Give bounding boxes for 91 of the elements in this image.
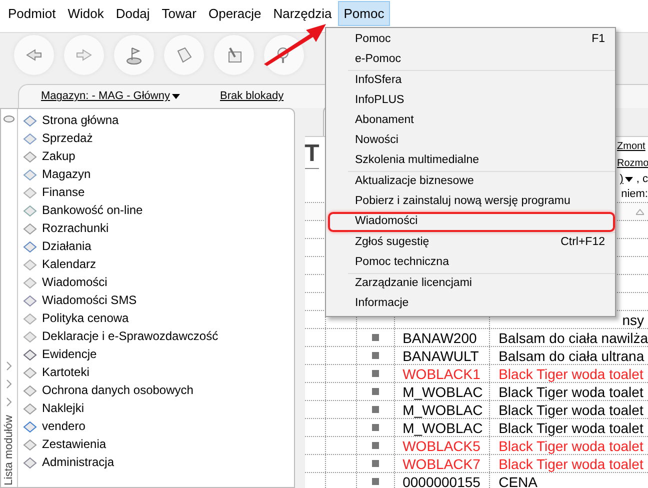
row-marker-icon [372,442,379,449]
dropdown-item[interactable]: InfoPLUS [328,91,615,111]
row-marker-icon [372,478,379,485]
module-item[interactable]: Deklaracje i e-Sprawozdawczość [42,327,218,345]
row-marker-icon [372,424,379,431]
menu-item[interactable]: Podmiot [2,0,62,26]
menu-item[interactable]: Towar [156,0,202,26]
menu-item[interactable]: Dodaj [110,0,156,26]
caret-icon [625,176,634,182]
product-name: Balsam do ciała nawilża [498,329,648,346]
row-marker-icon [372,352,379,359]
warehouse-selector[interactable]: Magazyn: - MAG - Główny [41,88,180,105]
product-name: Black Tiger woda toalet [498,365,644,382]
chevron-icon[interactable] [6,360,12,371]
product-code: BANAW200 [402,330,477,346]
row-marker-icon [372,334,379,341]
dropdown-item[interactable]: Zarządzanie licencjami [328,274,615,294]
product-name: Black Tiger woda toalet [498,383,644,400]
lock-status-link[interactable]: Brak blokady [220,88,284,105]
panel-title: Lista modułów [2,414,16,485]
module-item[interactable]: Kartoteki [42,363,90,381]
action-link[interactable]: Zmont [617,138,648,154]
row-marker-icon [372,460,379,467]
product-name: Balsam do ciała ultrana [498,347,644,364]
module-item[interactable]: Polityka cenowa [42,309,129,327]
dropdown-item[interactable]: InfoSfera [328,71,615,91]
product-name: Black Tiger woda toalet [498,401,644,418]
product-code: 0000000155 [402,474,480,488]
module-item[interactable]: Sprzedaż [42,129,93,147]
module-item[interactable]: Ochrona danych osobowych [42,381,194,399]
dropdown-item[interactable]: Pomoc techniczna [328,253,615,273]
dropdown-item[interactable]: Informacje [328,294,615,314]
menu-item[interactable]: Operacje [202,0,268,26]
row-marker-icon [372,406,379,413]
page-title: T [304,140,320,169]
module-item[interactable]: Działania [42,237,92,255]
module-item[interactable]: Kalendarz [42,255,96,273]
filter-link[interactable]: ) [620,171,634,188]
product-name: Black Tiger woda toalet [498,455,644,472]
sort-icon[interactable] [636,208,644,214]
chevron-icon[interactable] [6,396,12,407]
product-code: M_WOBLAC [402,402,483,418]
module-item[interactable]: Naklejki [42,399,84,417]
module-item[interactable]: Finanse [42,183,85,201]
dropdown-item[interactable]: Nowości [328,131,615,151]
toolbar-button[interactable] [264,34,304,74]
product-name: nsy [622,311,645,328]
product-code: WOBLACK5 [402,438,480,454]
action-link[interactable]: Rozmo [617,154,648,172]
dropdown-item[interactable]: e-Pomoc [328,50,615,70]
toolbar-button[interactable] [214,34,254,74]
product-code: WOBLACK7 [402,456,480,472]
toolbar-button[interactable] [14,34,54,74]
dropdown-item[interactable]: Wiadomości [328,212,615,232]
product-name: CENA [498,473,538,488]
module-item[interactable]: Magazyn [42,165,91,183]
dropdown-item[interactable]: Szkolenia multimedialne [328,151,615,171]
product-code: WOBLACK1 [402,366,480,382]
module-item[interactable]: Administracja [42,453,114,471]
product-code: M_WOBLAC [402,420,483,436]
dropdown-item[interactable]: Zgłoś sugestię Ctrl+F12 [328,233,615,253]
menu-item[interactable]: Narzędzia [267,0,338,26]
dropdown-item[interactable]: Pobierz i zainstaluj nową wersję programu [328,192,615,212]
dropdown-item[interactable]: Pomoc F1 [328,30,615,50]
dropdown-item[interactable]: Aktualizacje biznesowe [328,172,615,192]
menu-item[interactable]: Pomoc [338,0,390,26]
module-item[interactable]: Bankowość on-line [42,201,143,219]
module-item[interactable]: Strona główna [42,111,119,129]
module-item[interactable]: vendero [42,417,86,435]
module-item[interactable]: Wiadomości SMS [42,291,137,309]
filter-label: niem: [621,187,648,202]
row-marker-icon [372,388,379,395]
filter-text: , c [636,172,648,188]
arrow-annotation [262,22,328,66]
module-item[interactable]: Ewidencje [42,345,97,363]
toolbar-button[interactable] [64,34,104,74]
product-code: BANAWULT [402,348,479,364]
chevron-icon[interactable] [6,378,12,389]
dropdown-item[interactable]: Abonament [328,111,615,131]
toolbar-button[interactable] [114,34,154,74]
toolbar-button[interactable] [164,34,204,74]
product-name: Black Tiger woda toalet [498,437,644,454]
module-item[interactable]: Zestawienia [42,435,106,453]
row-marker-icon [372,370,379,377]
menu-item[interactable]: Widok [62,0,110,26]
module-item[interactable]: Wiadomości [42,273,108,291]
module-item[interactable]: Zakup [42,147,76,165]
product-name: Black Tiger woda toalet [498,419,644,436]
caret-icon [172,94,180,100]
module-item[interactable]: Rozrachunki [42,219,109,237]
product-code: M_WOBLAC [402,384,483,400]
